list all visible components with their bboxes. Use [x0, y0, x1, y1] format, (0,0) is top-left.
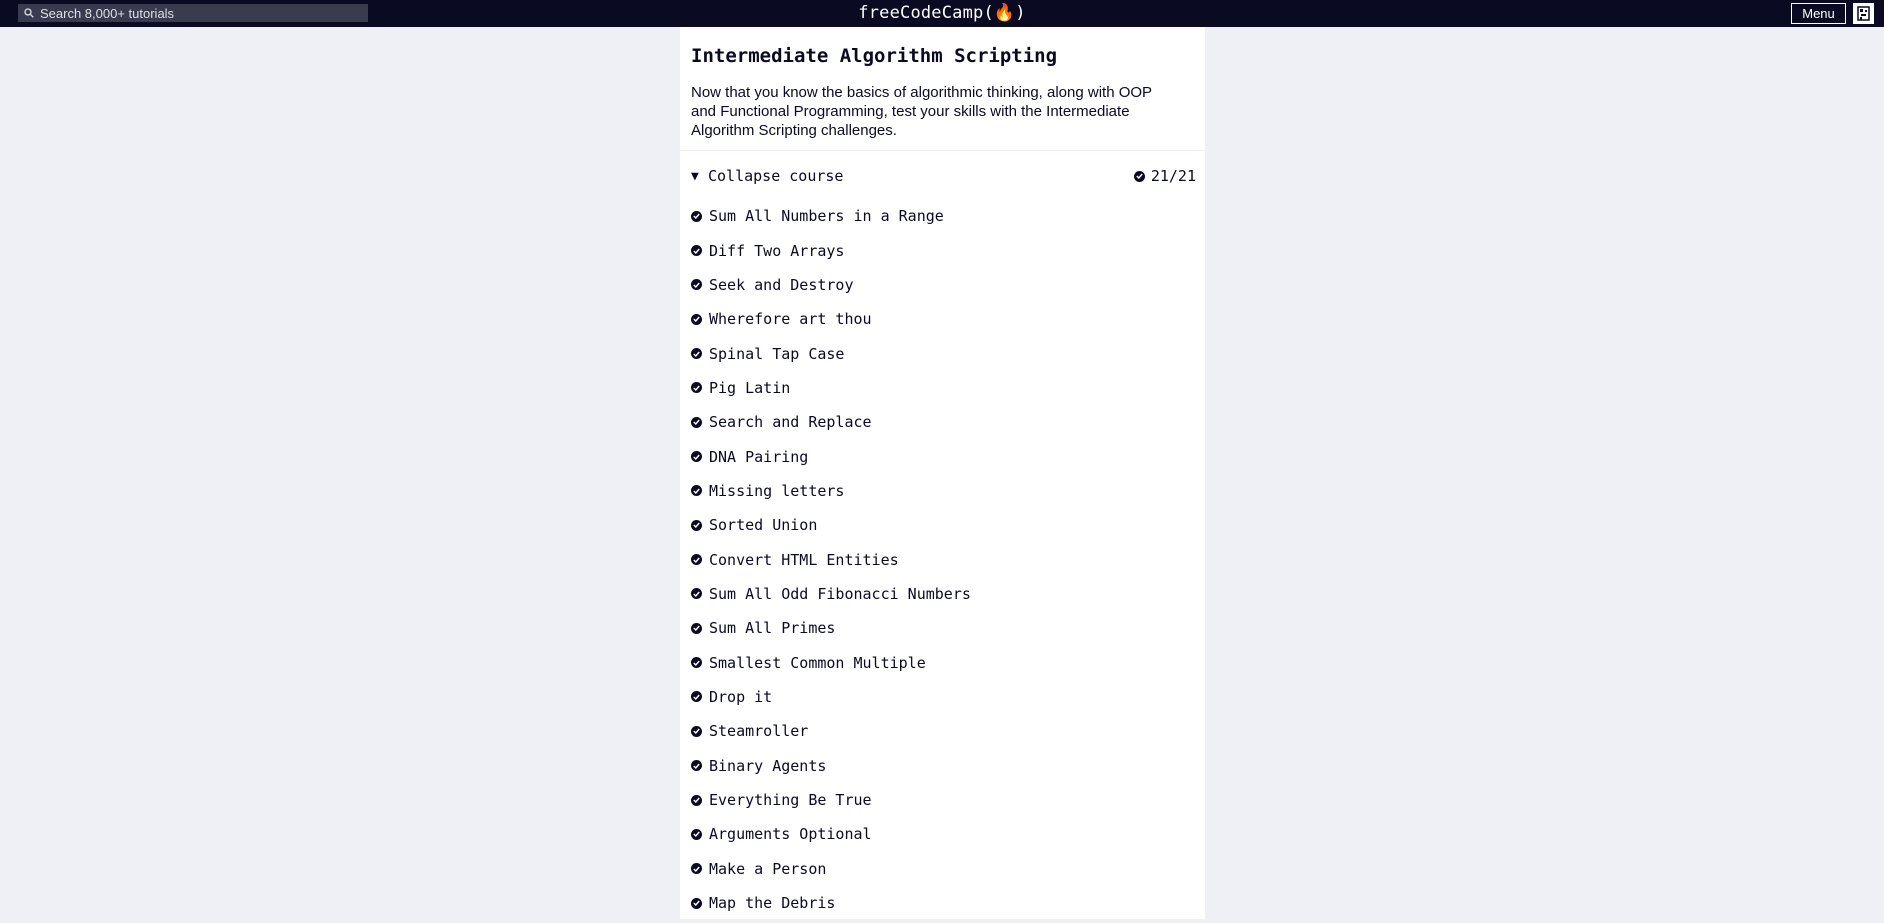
challenge-item[interactable]: Seek and Destroy	[691, 268, 971, 302]
challenge-item[interactable]: Everything Be True	[691, 783, 971, 817]
challenge-item[interactable]: Sum All Primes	[691, 611, 971, 645]
challenge-item[interactable]: Convert HTML Entities	[691, 542, 971, 576]
check-circle-icon	[691, 794, 702, 806]
challenge-item[interactable]: Pig Latin	[691, 371, 971, 405]
challenge-link[interactable]: Map the Debris	[709, 894, 835, 912]
challenge-link[interactable]: DNA Pairing	[709, 448, 808, 466]
check-circle-icon	[691, 863, 702, 875]
challenge-item[interactable]: Binary Agents	[691, 749, 971, 783]
progress-count: 21/21	[1150, 167, 1196, 185]
check-circle-icon	[691, 245, 702, 257]
check-circle-icon	[691, 451, 702, 463]
challenge-link[interactable]: Binary Agents	[709, 757, 826, 775]
divider	[680, 150, 1205, 151]
challenge-link[interactable]: Search and Replace	[709, 413, 872, 431]
challenge-link[interactable]: Seek and Destroy	[709, 276, 854, 294]
challenge-link[interactable]: Everything Be True	[709, 791, 872, 809]
challenge-link[interactable]: Sorted Union	[709, 516, 817, 534]
freecodecamp-logo[interactable]: freeCodeCamp(🔥)	[0, 2, 1884, 24]
challenge-item[interactable]: Diff Two Arrays	[691, 233, 971, 267]
check-circle-icon	[691, 554, 702, 566]
menu-button[interactable]: Menu	[1791, 3, 1846, 24]
challenge-item[interactable]: Make a Person	[691, 852, 971, 886]
check-circle-icon	[1133, 170, 1145, 182]
avatar[interactable]	[1853, 3, 1874, 24]
check-circle-icon	[691, 657, 702, 669]
user-avatar-icon	[1855, 5, 1872, 22]
check-circle-icon	[691, 279, 702, 291]
challenge-link[interactable]: Sum All Primes	[709, 619, 835, 637]
challenge-item[interactable]: Sorted Union	[691, 508, 971, 542]
check-circle-icon	[691, 210, 702, 222]
check-circle-icon	[691, 382, 702, 394]
challenge-link[interactable]: Diff Two Arrays	[709, 242, 844, 260]
challenge-link[interactable]: Wherefore art thou	[709, 310, 872, 328]
challenge-item[interactable]: Arguments Optional	[691, 817, 971, 851]
check-circle-icon	[691, 519, 702, 531]
challenge-item[interactable]: Smallest Common Multiple	[691, 645, 971, 679]
collapse-course-button[interactable]: ▼ Collapse course 21/21	[691, 164, 1196, 188]
course-card: Intermediate Algorithm Scripting Now tha…	[680, 27, 1205, 919]
challenge-link[interactable]: Sum All Numbers in a Range	[709, 207, 944, 225]
challenge-item[interactable]: Search and Replace	[691, 405, 971, 439]
triangle-down-icon: ▼	[691, 168, 699, 184]
check-circle-icon	[691, 897, 702, 909]
check-circle-icon	[691, 828, 702, 840]
challenge-link[interactable]: Pig Latin	[709, 379, 790, 397]
challenge-link[interactable]: Sum All Odd Fibonacci Numbers	[709, 585, 971, 603]
check-circle-icon	[691, 588, 702, 600]
check-circle-icon	[691, 348, 702, 360]
check-circle-icon	[691, 760, 702, 772]
course-progress: 21/21	[1133, 164, 1196, 188]
challenge-item[interactable]: Sum All Numbers in a Range	[691, 199, 971, 233]
challenge-item[interactable]: Spinal Tap Case	[691, 336, 971, 370]
check-circle-icon	[691, 313, 702, 325]
course-intro: Now that you know the basics of algorith…	[691, 84, 1152, 139]
challenge-item[interactable]: Drop it	[691, 680, 971, 714]
challenge-link[interactable]: Missing letters	[709, 482, 844, 500]
challenge-list: Sum All Numbers in a Range Diff Two Array…	[691, 199, 971, 920]
check-circle-icon	[691, 485, 702, 497]
check-circle-icon	[691, 691, 702, 703]
challenge-item[interactable]: Map the Debris	[691, 886, 971, 920]
challenge-link[interactable]: Spinal Tap Case	[709, 345, 844, 363]
challenge-item[interactable]: Steamroller	[691, 714, 971, 748]
challenge-link[interactable]: Smallest Common Multiple	[709, 654, 926, 672]
page-title: Intermediate Algorithm Scripting	[691, 45, 1058, 67]
collapse-course-label: Collapse course	[708, 167, 844, 185]
challenge-link[interactable]: Convert HTML Entities	[709, 551, 899, 569]
check-circle-icon	[691, 416, 702, 428]
check-circle-icon	[691, 725, 702, 737]
challenge-item[interactable]: Wherefore art thou	[691, 302, 971, 336]
challenge-link[interactable]: Drop it	[709, 688, 772, 706]
challenge-item[interactable]: DNA Pairing	[691, 439, 971, 473]
challenge-link[interactable]: Steamroller	[709, 722, 808, 740]
challenge-item[interactable]: Sum All Odd Fibonacci Numbers	[691, 577, 971, 611]
challenge-item[interactable]: Missing letters	[691, 474, 971, 508]
check-circle-icon	[691, 622, 702, 634]
challenge-link[interactable]: Arguments Optional	[709, 825, 872, 843]
challenge-link[interactable]: Make a Person	[709, 860, 826, 878]
navbar: freeCodeCamp(🔥) Menu	[0, 0, 1884, 27]
